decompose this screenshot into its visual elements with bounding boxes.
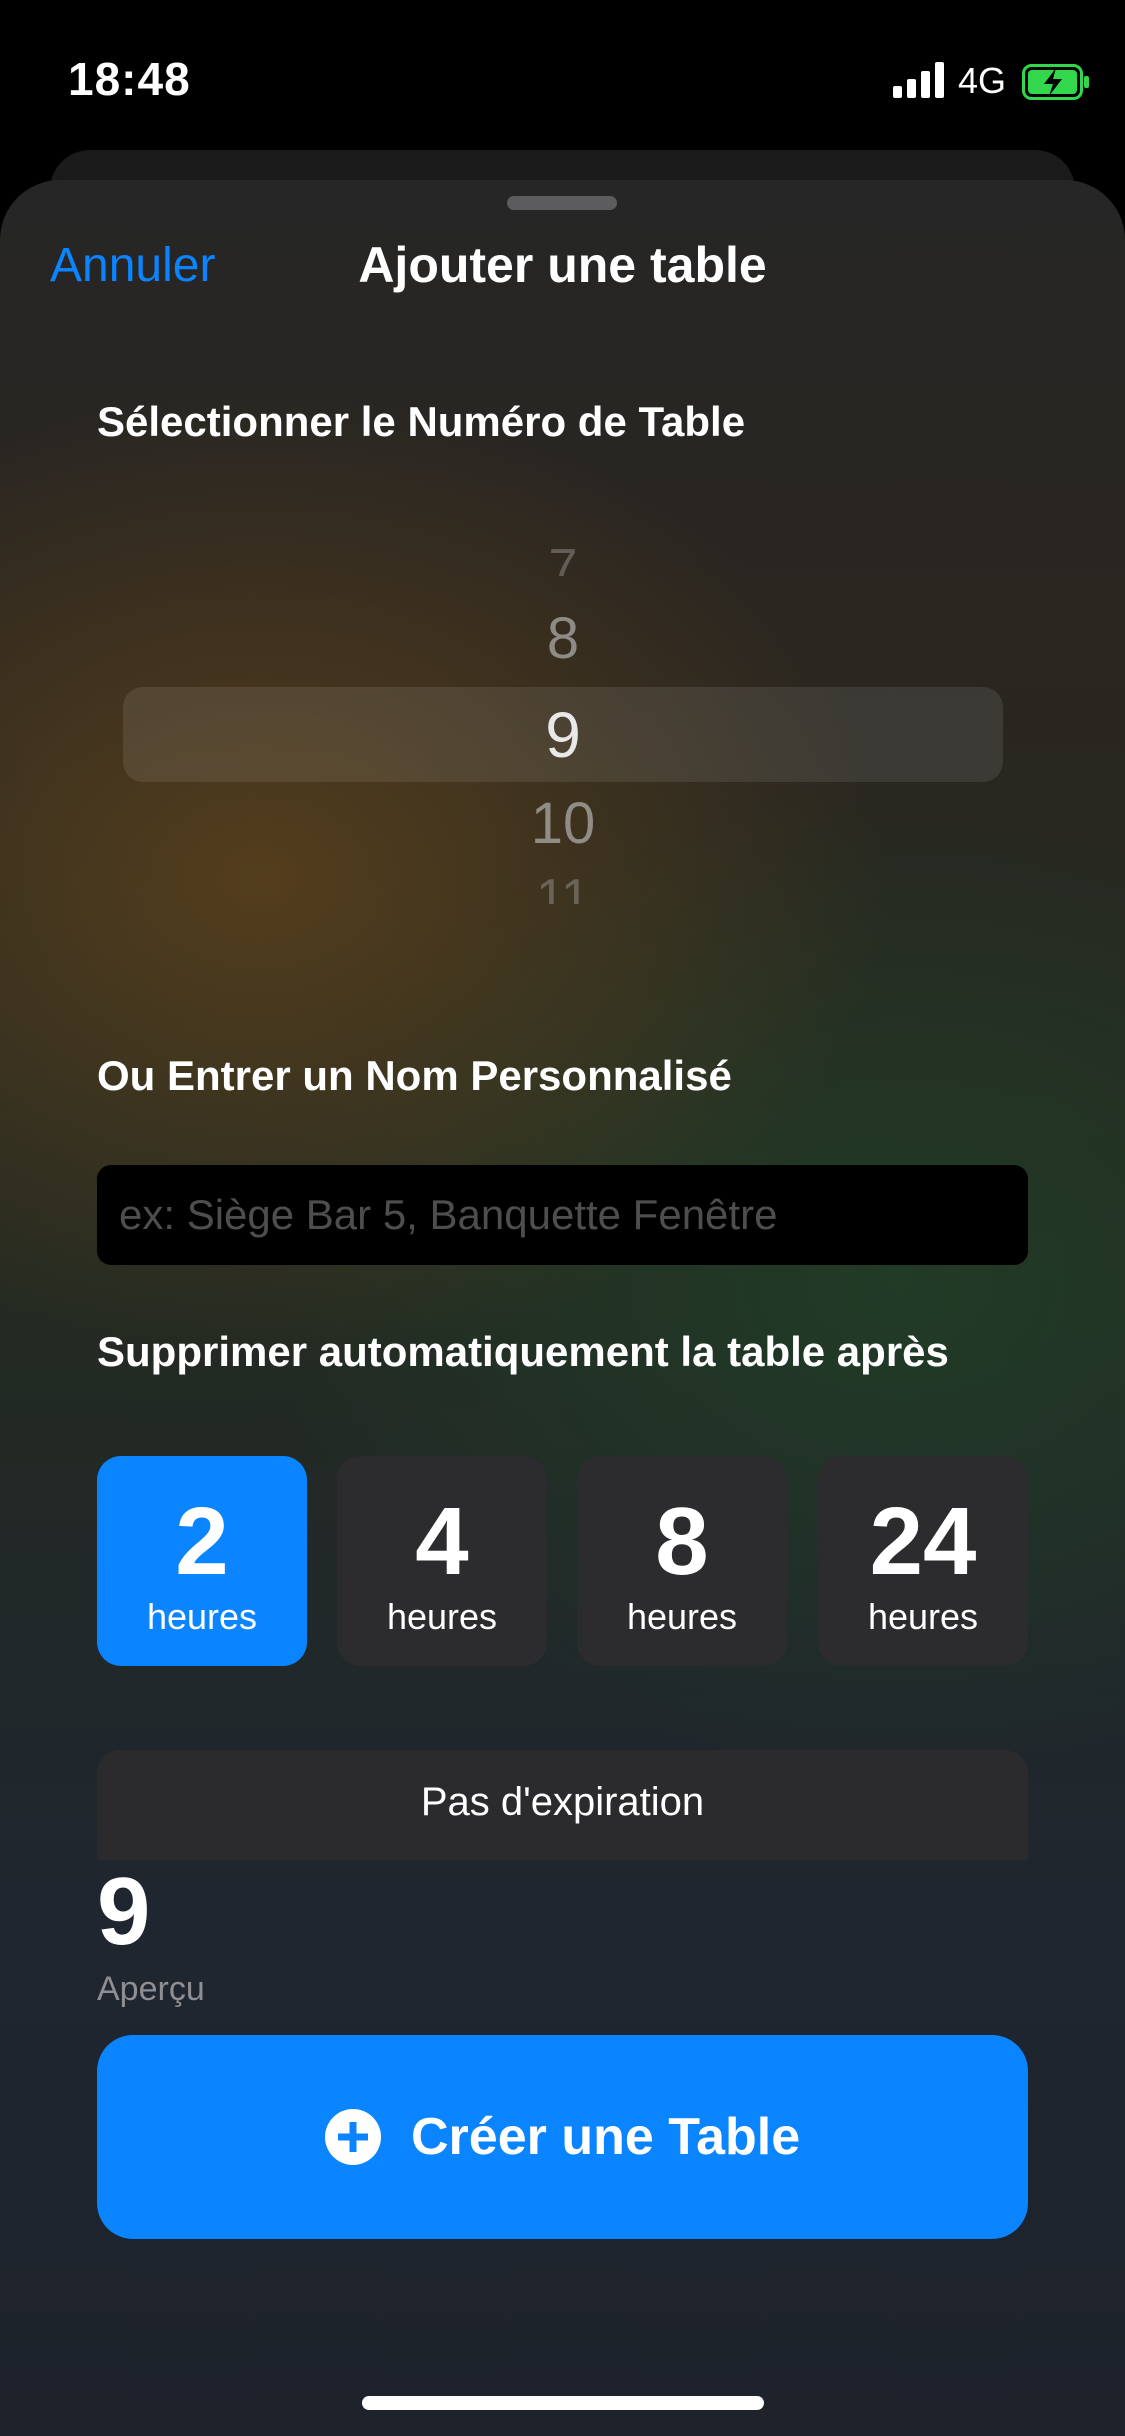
create-table-label: Créer une Table	[411, 2108, 801, 2166]
option-value: 24	[869, 1488, 977, 1595]
picker-option[interactable]: 8	[123, 605, 1003, 672]
no-expiration-button[interactable]: Pas d'expiration	[97, 1750, 1028, 1860]
preview-label: Aperçu	[97, 1970, 205, 2008]
option-unit: heures	[626, 1596, 738, 1637]
table-number-label: Sélectionner le Numéro de Table	[97, 398, 746, 445]
sheet-title: Ajouter une table	[358, 237, 767, 293]
auto-delete-label: Supprimer automatiquement la table après	[97, 1328, 949, 1375]
option-unit: heures	[867, 1596, 979, 1637]
option-value: 8	[655, 1488, 709, 1595]
picker-option[interactable]: 7	[123, 538, 1003, 576]
picker-option-selected[interactable]: 9	[123, 698, 1003, 772]
preview-value: 9	[97, 1858, 151, 1965]
sheet-grabber[interactable]	[507, 196, 617, 210]
create-table-button[interactable]: Créer une Table	[97, 2035, 1028, 2239]
option-8-hours[interactable]: 8 heures	[577, 1456, 787, 1666]
option-value: 4	[415, 1488, 469, 1595]
custom-name-input[interactable]	[97, 1165, 1028, 1265]
no-expiration-label: Pas d'expiration	[420, 1780, 705, 1824]
option-unit: heures	[386, 1596, 498, 1637]
picker-option[interactable]: 11	[123, 868, 1003, 904]
table-number-picker[interactable]: 7 8 9 10 11	[123, 500, 1003, 920]
home-indicator[interactable]	[362, 2396, 764, 2410]
option-4-hours[interactable]: 4 heures	[337, 1456, 547, 1666]
option-value: 2	[175, 1488, 229, 1595]
network-type: 4G	[958, 60, 1007, 101]
add-table-sheet: Annuler Ajouter une table Sélectionner l…	[0, 180, 1125, 2436]
picker-option[interactable]: 10	[123, 790, 1003, 857]
plus-circle-icon	[325, 2109, 381, 2165]
cellular-signal-icon	[893, 62, 944, 98]
status-bar: 18:48 4G	[0, 0, 1125, 150]
battery-charging-icon	[1022, 64, 1089, 100]
custom-name-label: Ou Entrer un Nom Personnalisé	[97, 1052, 732, 1099]
option-unit: heures	[146, 1596, 258, 1637]
option-24-hours[interactable]: 24 heures	[818, 1456, 1028, 1666]
status-time: 18:48	[68, 53, 191, 105]
option-2-hours[interactable]: 2 heures	[97, 1456, 307, 1666]
